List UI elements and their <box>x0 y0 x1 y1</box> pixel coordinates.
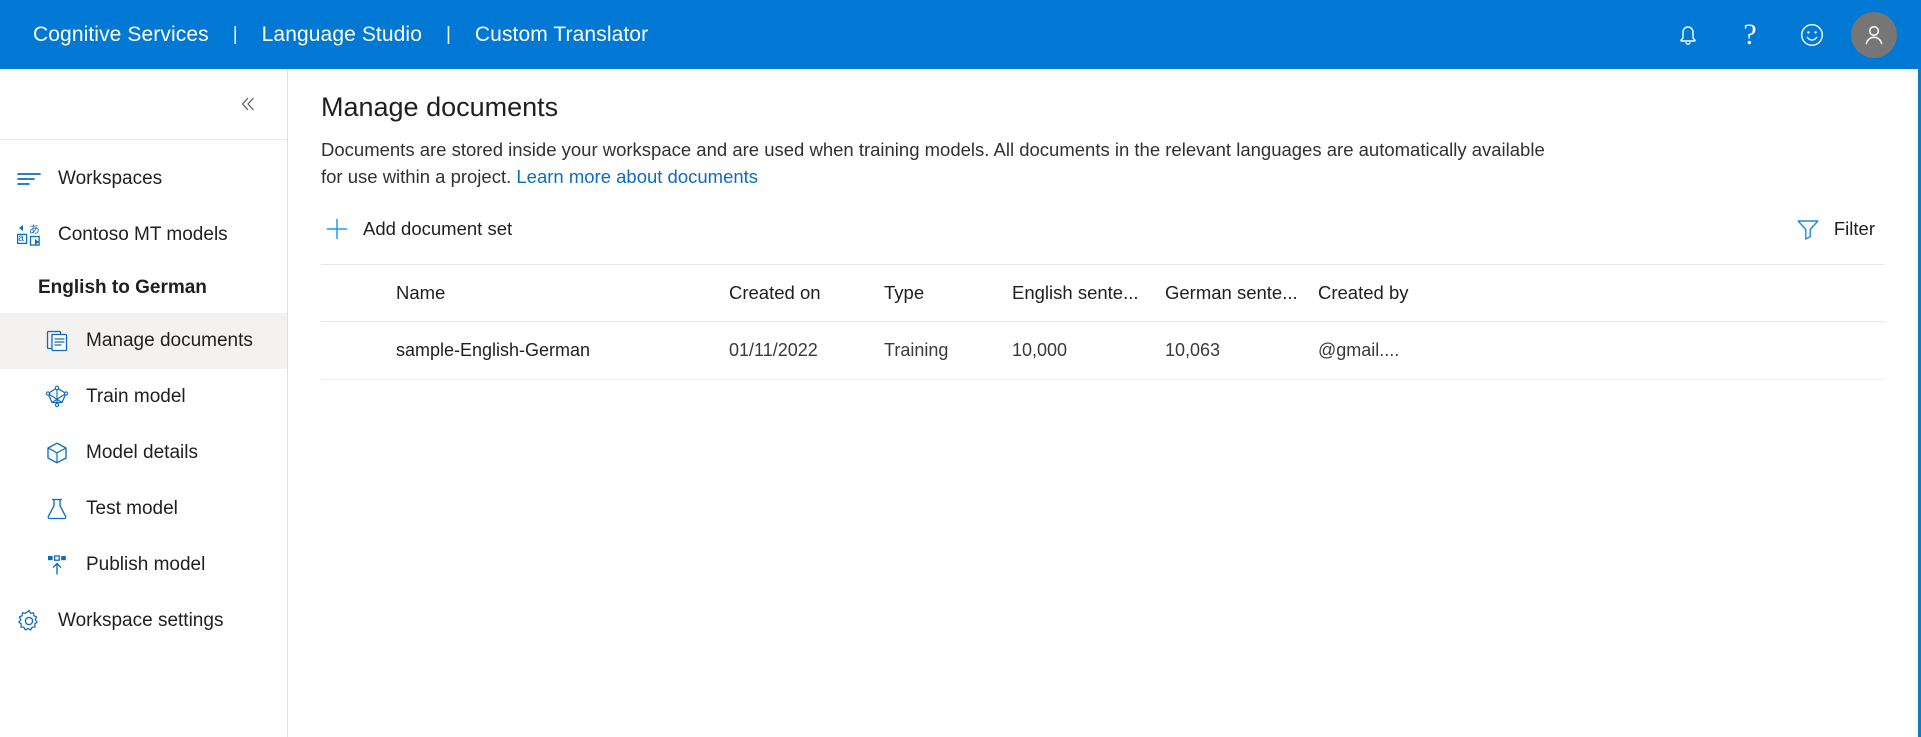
funnel-filter-icon <box>1792 216 1824 242</box>
documents-icon <box>40 329 74 353</box>
learn-more-link[interactable]: Learn more about documents <box>516 166 758 187</box>
sidebar-item-manage-documents[interactable]: Manage documents <box>0 313 287 369</box>
sidebar-item-label: Train model <box>86 386 186 407</box>
column-header-english-sentences[interactable]: English sente... <box>1012 282 1165 304</box>
chevron-double-left-icon <box>241 97 254 111</box>
column-header-created-by[interactable]: Created by <box>1318 282 1885 304</box>
sidebar-item-label: Manage documents <box>86 330 253 351</box>
sidebar-collapse-row <box>0 69 287 140</box>
column-header-german-sentences[interactable]: German sente... <box>1165 282 1318 304</box>
gear-icon <box>12 608 46 634</box>
app-root: Cognitive Services | Language Studio | C… <box>0 0 1921 737</box>
cell-type: Training <box>884 340 949 360</box>
documents-table: Name Created on Type English sente... Ge… <box>321 264 1885 380</box>
publish-upload-icon <box>40 552 74 578</box>
sidebar-item-publish-model[interactable]: Publish model <box>0 537 287 593</box>
add-document-set-label: Add document set <box>363 218 513 239</box>
header-link-language-studio[interactable]: Language Studio <box>262 23 422 47</box>
page-title: Manage documents <box>321 92 559 122</box>
person-icon <box>1865 25 1883 44</box>
add-document-set-button[interactable]: Add document set <box>321 208 522 250</box>
table-row[interactable]: sample-English-German 01/11/2022 Trainin… <box>321 322 1885 380</box>
translate-icon: a あ <box>12 222 46 248</box>
flask-icon <box>40 496 74 522</box>
header-actions: ? <box>1657 0 1905 69</box>
sidebar-item-label: Workspace settings <box>58 610 224 631</box>
notifications-button[interactable] <box>1657 0 1719 69</box>
cell-name: sample-English-German <box>396 340 591 360</box>
svg-text:あ: あ <box>29 223 40 236</box>
sidebar-item-train-model[interactable]: Train model <box>0 369 287 425</box>
sidebar-item-workspace-settings[interactable]: Workspace settings <box>0 593 287 649</box>
filter-button[interactable]: Filter <box>1792 208 1885 250</box>
header-link-cognitive-services[interactable]: Cognitive Services <box>33 23 209 47</box>
page-description-text: Documents are stored inside your workspa… <box>321 139 1545 187</box>
header-separator: | <box>445 23 451 45</box>
filter-label: Filter <box>1833 218 1875 239</box>
cell-created-by: @gmail.... <box>1318 340 1400 360</box>
sidebar-item-label: Model details <box>86 442 198 463</box>
help-button[interactable]: ? <box>1719 0 1781 69</box>
list-lines-icon <box>12 166 46 192</box>
package-cube-icon <box>40 440 74 466</box>
sidebar-item-workspaces[interactable]: Workspaces <box>0 151 287 207</box>
column-header-type[interactable]: Type <box>884 282 1012 304</box>
sidebar-item-label: Contoso MT models <box>58 224 228 245</box>
plus-icon <box>321 216 353 242</box>
cell-created-on: 01/11/2022 <box>729 340 818 360</box>
main-content: Manage documents Documents are stored in… <box>288 69 1918 737</box>
feedback-button[interactable] <box>1781 0 1843 69</box>
sidebar-item-contoso-mt-models[interactable]: a あ Contoso MT models <box>0 207 287 263</box>
header-separator: | <box>232 23 238 45</box>
sidebar-items: Workspaces a あ Contoso MT models English… <box>0 140 287 649</box>
command-bar: Add document set Filter <box>321 204 1885 254</box>
sidebar-item-label: Test model <box>86 498 178 519</box>
cell-german-sentences: 10,063 <box>1165 340 1221 360</box>
column-header-created-on[interactable]: Created on <box>729 282 884 304</box>
global-header: Cognitive Services | Language Studio | C… <box>0 0 1921 69</box>
sidebar-item-label: Publish model <box>86 554 206 575</box>
column-header-name[interactable]: Name <box>321 282 729 304</box>
sidebar-item-model-details[interactable]: Model details <box>0 425 287 481</box>
neural-network-icon <box>40 384 74 410</box>
account-button[interactable] <box>1843 0 1905 69</box>
avatar <box>1851 11 1897 58</box>
sidebar-group-title: English to German <box>38 277 207 298</box>
header-link-custom-translator[interactable]: Custom Translator <box>475 23 648 47</box>
sidebar-nav: Workspaces a あ Contoso MT models English… <box>0 69 288 737</box>
cell-english-sentences: 10,000 <box>1012 340 1068 360</box>
feedback-smiley-icon <box>1798 21 1826 49</box>
notifications-bell-icon <box>1675 21 1701 49</box>
table-header-row: Name Created on Type English sente... Ge… <box>321 264 1885 322</box>
help-question-icon: ? <box>1743 17 1757 51</box>
sidebar-item-label: Workspaces <box>58 168 163 189</box>
collapse-sidebar-button[interactable] <box>231 87 265 121</box>
page-description: Documents are stored inside your workspa… <box>321 136 1566 190</box>
sidebar-item-test-model[interactable]: Test model <box>0 481 287 537</box>
